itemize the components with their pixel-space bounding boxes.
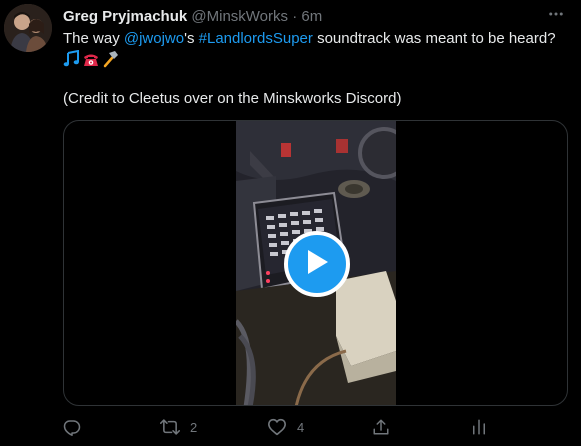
mention-link[interactable]: @jwojwo [124, 30, 184, 47]
retweet-count: 2 [190, 419, 198, 435]
tweet-text-middle: 's [184, 30, 199, 47]
share-button[interactable] [372, 416, 390, 438]
more-options-icon [547, 5, 565, 28]
more-options-button[interactable] [545, 6, 567, 26]
share-icon [372, 418, 390, 436]
musical-notes-icon [63, 49, 81, 68]
tweet-text: The way @jwojwo's #LandlordsSuper soundt… [63, 29, 568, 109]
like-count: 4 [297, 419, 305, 435]
heart-icon [267, 418, 287, 436]
telephone-icon [82, 50, 100, 68]
play-icon [304, 248, 330, 281]
tweet-text-line-1: The way @jwojwo's #LandlordsSuper soundt… [63, 29, 568, 49]
credit-line: (Credit to Cleetus over on the Minskwork… [63, 90, 402, 107]
retweet-icon [160, 418, 180, 436]
analytics-icon [470, 418, 488, 436]
author-display-name[interactable]: Greg Pryjmachuk [63, 8, 187, 25]
play-button[interactable] [284, 231, 350, 297]
separator-dot: · [292, 8, 298, 25]
tweet-actions: 2 4 [63, 414, 503, 442]
like-button[interactable]: 4 [267, 416, 304, 438]
emoji-line [63, 49, 568, 69]
video-player[interactable] [63, 120, 568, 406]
reply-button[interactable] [63, 416, 81, 438]
tweet-header: Greg Pryjmachuk @MinskWorks · 6m [63, 7, 322, 27]
reply-icon [63, 418, 81, 436]
hammer-icon [101, 50, 119, 68]
tweet-timestamp[interactable]: 6m [301, 8, 322, 25]
analytics-button[interactable] [470, 416, 488, 438]
tweet[interactable]: Greg Pryjmachuk @MinskWorks · 6m The way… [0, 0, 581, 446]
author-handle[interactable]: @MinskWorks [191, 8, 288, 25]
retweet-button[interactable]: 2 [160, 416, 197, 438]
tweet-text-prefix: The way [63, 30, 124, 47]
tweet-text-suffix: soundtrack was meant to be heard? [312, 30, 556, 47]
avatar[interactable] [4, 4, 52, 52]
hashtag-link[interactable]: #LandlordsSuper [199, 30, 313, 47]
